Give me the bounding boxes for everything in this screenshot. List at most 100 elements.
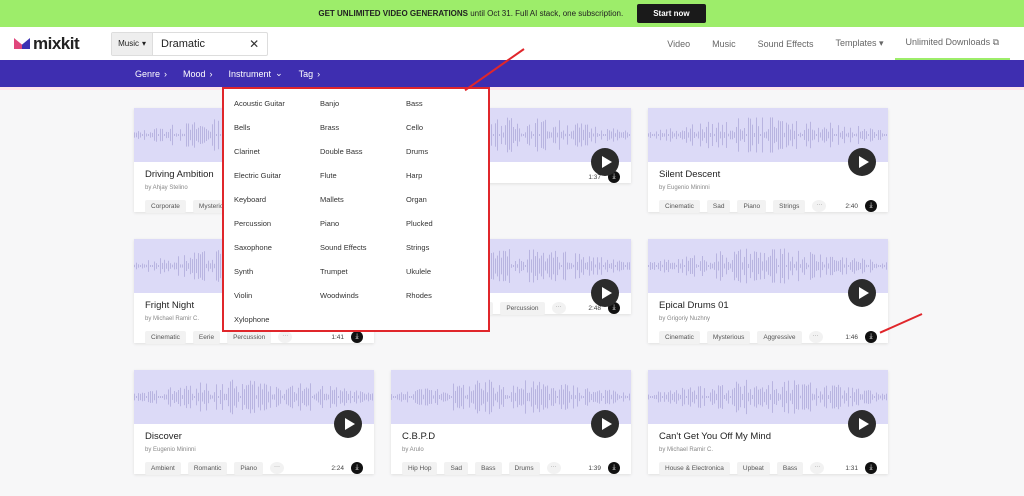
track-author[interactable]: by Michael Ramir C. <box>659 447 888 453</box>
filter-label: Genre <box>135 68 161 79</box>
search-type-select[interactable]: Music ▾ <box>112 32 154 55</box>
duration: 1:41 <box>331 333 344 341</box>
track-author[interactable]: by Arulo <box>402 447 631 453</box>
instrument-option[interactable]: Synth <box>234 263 320 287</box>
tag[interactable]: Cinematic <box>659 330 700 344</box>
play-button[interactable] <box>591 410 619 438</box>
tag[interactable]: Ambient <box>145 461 181 475</box>
tag[interactable]: Bass <box>475 461 502 475</box>
duration: 2:24 <box>331 464 344 472</box>
nav-link[interactable]: Sound Effects <box>747 27 825 60</box>
search-bar: Music ▾ Dramatic ✕ <box>111 31 269 56</box>
play-button[interactable] <box>591 279 619 307</box>
tag[interactable]: Mysterious <box>706 330 751 344</box>
instrument-option[interactable]: Rhodes <box>406 287 492 311</box>
instrument-option[interactable]: Acoustic Guitar <box>234 95 320 119</box>
instrument-option[interactable]: Ukulele <box>406 263 492 287</box>
instrument-option[interactable]: Strings <box>406 239 492 263</box>
tag[interactable]: Piano <box>737 199 767 213</box>
filter-instrument[interactable]: Instrument ⌄ <box>229 68 283 79</box>
instrument-option[interactable]: Plucked <box>406 215 492 239</box>
play-button[interactable] <box>848 279 876 307</box>
nav-link[interactable]: Templates ▾ <box>824 27 894 60</box>
download-icon[interactable]: ⤓ <box>351 331 363 343</box>
play-button[interactable] <box>848 410 876 438</box>
filter-mood[interactable]: Mood › <box>183 69 213 79</box>
duration: 2:40 <box>845 202 858 210</box>
play-button[interactable] <box>334 410 362 438</box>
more-tags-button[interactable]: ··· <box>812 200 827 212</box>
nav-link[interactable]: Video <box>656 27 701 60</box>
tag[interactable]: Corporate <box>145 199 186 213</box>
filter-label: Mood <box>183 68 206 79</box>
track-card: Silent Descent by Eugenio Mininni Cinema… <box>648 108 888 213</box>
instrument-option[interactable]: Banjo <box>320 95 406 119</box>
download-icon[interactable]: ⤓ <box>608 462 620 474</box>
download-icon[interactable]: ⤓ <box>865 331 877 343</box>
instrument-option[interactable]: Mallets <box>320 191 406 215</box>
instrument-option[interactable]: Drums <box>406 143 492 167</box>
instrument-option[interactable]: Organ <box>406 191 492 215</box>
nav-link[interactable]: Music <box>701 27 747 60</box>
tag[interactable]: Sad <box>444 461 469 475</box>
instrument-option[interactable]: Harp <box>406 167 492 191</box>
instrument-option[interactable]: Cello <box>406 119 492 143</box>
tag[interactable]: Upbeat <box>736 461 770 475</box>
nav-link[interactable]: Unlimited Downloads ⧉ <box>894 27 1010 60</box>
instrument-option[interactable]: Violin <box>234 287 320 311</box>
instrument-option[interactable]: Saxophone <box>234 239 320 263</box>
more-tags-button[interactable]: ··· <box>808 331 823 343</box>
instrument-option[interactable]: Electric Guitar <box>234 167 320 191</box>
instrument-option[interactable]: Trumpet <box>320 263 406 287</box>
tag[interactable]: Aggressive <box>757 330 802 344</box>
filter-bar: Genre › Mood › Instrument ⌄ Tag › <box>0 60 1024 87</box>
instrument-option[interactable]: Sound Effects <box>320 239 406 263</box>
instrument-option[interactable]: Woodwinds <box>320 287 406 311</box>
instrument-option[interactable]: Clarinet <box>234 143 320 167</box>
clear-search-icon[interactable]: ✕ <box>249 37 267 51</box>
track-author[interactable]: by Eugenio Mininni <box>659 185 888 191</box>
more-tags-button[interactable]: ··· <box>546 462 561 474</box>
tag[interactable]: Strings <box>773 199 806 213</box>
more-tags-button[interactable]: ··· <box>810 462 825 474</box>
search-input[interactable]: Dramatic <box>153 38 249 50</box>
tag[interactable]: Romantic <box>187 461 228 475</box>
instrument-option[interactable]: Brass <box>320 119 406 143</box>
instrument-option[interactable]: Keyboard <box>234 191 320 215</box>
track-author[interactable]: by Eugenio Mininni <box>145 447 374 453</box>
logo-mark-icon <box>14 38 30 49</box>
instrument-option[interactable]: Double Bass <box>320 143 406 167</box>
instrument-option[interactable]: Xylophone <box>234 311 320 335</box>
filter-tag[interactable]: Tag › <box>299 69 321 79</box>
tag[interactable]: Sad <box>706 199 731 213</box>
download-icon[interactable]: ⤓ <box>865 200 877 212</box>
download-icon[interactable]: ⤓ <box>865 462 877 474</box>
more-tags-button[interactable]: ··· <box>551 302 566 314</box>
start-now-button[interactable]: Start now <box>637 4 706 23</box>
tag[interactable]: Percussion <box>500 301 545 315</box>
instrument-option[interactable]: Piano <box>320 215 406 239</box>
download-icon[interactable]: ⤓ <box>351 462 363 474</box>
more-tags-button[interactable]: ··· <box>269 462 284 474</box>
instrument-option[interactable]: Flute <box>320 167 406 191</box>
tag[interactable]: Hip Hop <box>402 461 438 475</box>
instrument-option[interactable]: Bells <box>234 119 320 143</box>
instrument-option[interactable]: Bass <box>406 95 492 119</box>
chevron-icon: › <box>317 68 321 79</box>
tag[interactable]: Eerie <box>192 330 221 344</box>
play-button[interactable] <box>848 148 876 176</box>
tag[interactable]: Piano <box>234 461 263 475</box>
chevron-icon: › <box>164 68 168 79</box>
filter-genre[interactable]: Genre › <box>135 69 167 79</box>
tag[interactable]: House & Electronica <box>659 461 730 475</box>
track-author[interactable]: by Grigoriy Nuzhny <box>659 316 888 322</box>
tag[interactable]: Cinematic <box>659 199 700 213</box>
logo[interactable]: mixkit <box>14 34 80 54</box>
chevron-icon: › <box>209 68 213 79</box>
tag[interactable]: Cinematic <box>145 330 186 344</box>
tag[interactable]: Bass <box>776 461 804 475</box>
instrument-option[interactable]: Percussion <box>234 215 320 239</box>
tag[interactable]: Drums <box>508 461 540 475</box>
play-button[interactable] <box>591 148 619 176</box>
track-card: Epical Drums 01 by Grigoriy Nuzhny Cinem… <box>648 239 888 344</box>
